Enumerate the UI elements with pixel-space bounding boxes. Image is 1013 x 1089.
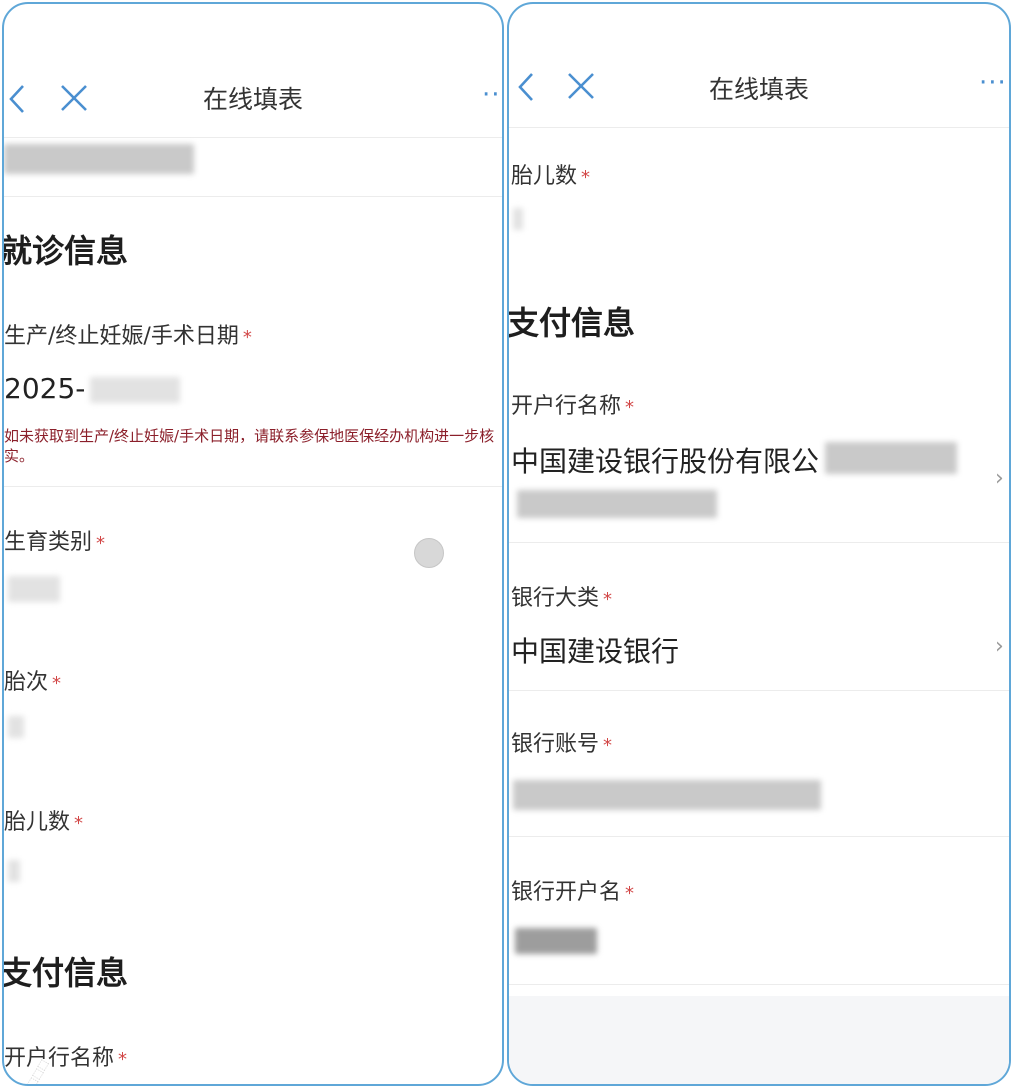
masked-bank-name-part xyxy=(825,442,957,474)
page-title: 在线填表 xyxy=(708,75,809,104)
chevron-right-icon: › xyxy=(995,634,1004,659)
masked-holder-value[interactable] xyxy=(515,928,597,954)
field-label-bank-name: 开户行名称 * xyxy=(511,394,635,419)
right-screenshot-panel: 在线填表 ··· 胎儿数 * 支付信息 开户行名称 * 中国建设银行股份有限公 › … xyxy=(507,2,1011,1086)
masked-date-part xyxy=(90,377,180,403)
field-label-type: 生育类别 * xyxy=(4,530,106,555)
section-title-payment: 支付信息 xyxy=(2,954,129,992)
section-title-payment: 支付信息 xyxy=(507,304,636,342)
field-label-account: 银行账号 * xyxy=(511,732,613,757)
section-title-visit: 就诊信息 xyxy=(2,232,129,270)
masked-bank-name-line2 xyxy=(517,490,717,518)
floating-circle[interactable] xyxy=(414,538,444,568)
masked-count-value[interactable] xyxy=(8,860,20,882)
left-screenshot-panel: 在线填表 ··· 就诊信息 生产/终止妊娠/手术日期* 2025- › 如未获取… xyxy=(2,2,504,1086)
field-label-order: 胎次 * xyxy=(4,670,62,695)
divider xyxy=(509,984,1009,985)
masked-account-value[interactable] xyxy=(513,780,821,810)
field-value-bank-category[interactable]: 中国建设银行 xyxy=(511,630,679,670)
field-label-date: 生产/终止妊娠/手术日期 * xyxy=(4,324,252,349)
divider xyxy=(509,836,1009,837)
masked-count-value[interactable] xyxy=(513,208,523,230)
nav-bar: 在线填表 ··· xyxy=(509,34,1009,128)
chevron-right-icon: › xyxy=(995,466,1004,491)
field-label-holder: 银行开户名 * xyxy=(511,880,635,905)
more-icon[interactable]: ··· xyxy=(979,68,1007,98)
masked-phone-value xyxy=(4,144,194,174)
divider xyxy=(509,542,1009,543)
divider xyxy=(4,196,502,197)
field-value-bank-name[interactable]: 中国建设银行股份有限公 xyxy=(511,440,819,480)
field-label-count: 胎儿数 * xyxy=(511,164,591,189)
chevron-right-icon: › xyxy=(500,376,502,401)
field-label-count: 胎儿数 * xyxy=(4,810,84,835)
divider xyxy=(4,486,502,487)
field-label-bank-name: 开户行名称 * xyxy=(4,1046,128,1071)
more-icon[interactable]: ··· xyxy=(482,80,502,110)
footer-band xyxy=(509,996,1009,1084)
masked-order-value[interactable] xyxy=(8,716,24,738)
field-value-date[interactable]: 2025- xyxy=(4,372,85,405)
field-label-bank-category: 银行大类 * xyxy=(511,586,613,611)
divider xyxy=(509,690,1009,691)
nav-bar: 在线填表 ··· xyxy=(4,42,502,138)
masked-type-value[interactable] xyxy=(8,576,60,602)
field-hint-date: 如未获取到生产/终止妊娠/手术日期，请联系参保地医保经办机构进一步核实。 xyxy=(4,427,495,465)
page-title: 在线填表 xyxy=(202,85,303,114)
